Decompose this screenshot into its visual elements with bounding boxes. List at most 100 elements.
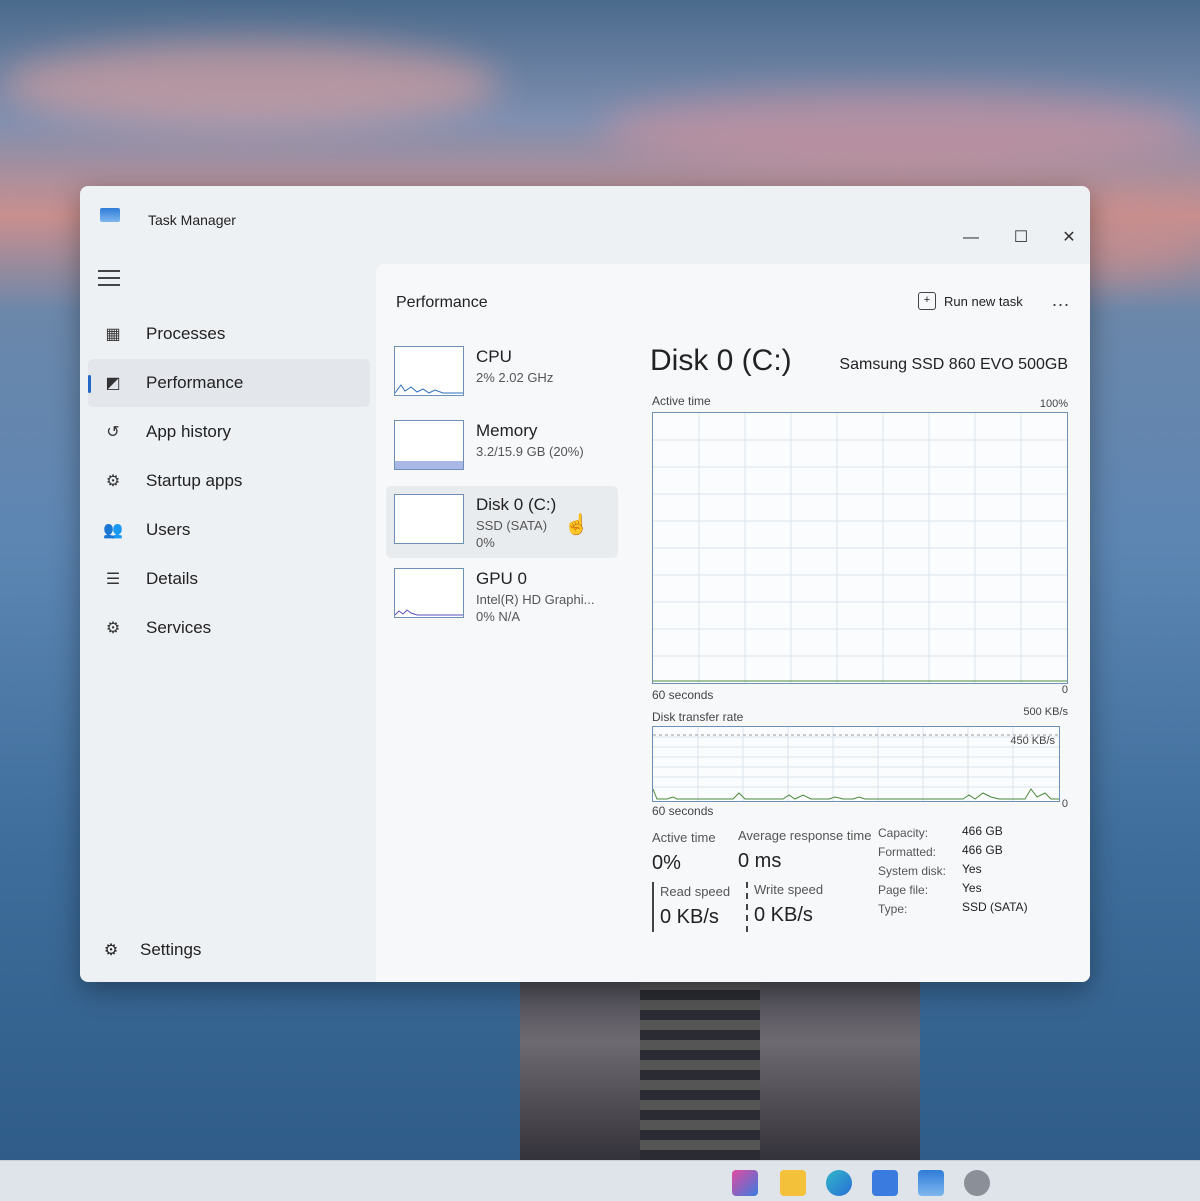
resource-name: GPU 0 xyxy=(476,569,528,588)
active-time-graph xyxy=(652,412,1068,684)
task-manager-icon[interactable] xyxy=(918,1170,944,1196)
sidebar-item-label: App history xyxy=(146,422,232,441)
detail-title: Disk 0 (C:) xyxy=(650,344,792,377)
resource-item-disk[interactable]: Disk 0 (C:) SSD (SATA) 0% ☝ xyxy=(386,486,618,558)
details-icon: ☰ xyxy=(105,571,121,588)
maximize-button[interactable]: ☐ xyxy=(1006,226,1036,250)
resource-name: CPU xyxy=(476,347,512,366)
settings-app-icon[interactable] xyxy=(964,1170,990,1196)
sidebar-item-users[interactable]: 👥 Users xyxy=(88,506,370,554)
processes-icon: ▦ xyxy=(105,326,121,343)
property-key: Formatted: xyxy=(878,845,937,859)
graph2-time-label: 60 seconds xyxy=(652,804,714,818)
title-bar: Task Manager — ☐ ✕ xyxy=(80,186,1090,246)
more-options-button[interactable]: ... xyxy=(1052,290,1070,311)
startup-icon: ⚙ xyxy=(105,473,121,490)
active-time-graph-label: Active time xyxy=(652,394,711,408)
resource-usage: 0% xyxy=(476,535,495,550)
copilot-icon[interactable] xyxy=(732,1170,758,1196)
window-title: Task Manager xyxy=(148,212,236,228)
close-button[interactable]: ✕ xyxy=(1054,226,1084,250)
write-speed-value: 0 KB/s xyxy=(754,904,813,926)
resource-detail: SSD (SATA) xyxy=(476,518,548,533)
graph2-min-label: 0 xyxy=(1061,798,1068,810)
gpu-thumbnail-graph xyxy=(394,568,464,618)
resource-name: Disk 0 (C:) xyxy=(476,495,557,514)
resource-detail: 2% 2.02 GHz xyxy=(476,370,554,385)
add-task-icon: + xyxy=(918,292,936,310)
resource-list: CPU 2% 2.02 GHz Memory 3.2/15.9 GB (20%)… xyxy=(386,338,618,634)
graph1-time-label: 60 seconds xyxy=(652,688,714,702)
users-icon: 👥 xyxy=(103,522,123,539)
read-speed-value: 0 KB/s xyxy=(660,906,719,928)
pier-steps xyxy=(640,960,760,1170)
write-speed-divider xyxy=(746,882,748,932)
disk-model: Samsung SSD 860 EVO 500GB xyxy=(839,356,1068,373)
resource-item-gpu[interactable]: GPU 0 Intel(R) HD Graphi... 0% N/A xyxy=(386,560,618,632)
resource-name: Memory xyxy=(476,421,538,440)
sidebar-item-app-history[interactable]: ↺ App history xyxy=(88,408,370,456)
sidebar-item-label: Users xyxy=(146,520,191,539)
property-key: Page file: xyxy=(878,883,929,897)
property-value: SSD (SATA) xyxy=(962,900,1028,914)
edge-icon[interactable] xyxy=(826,1170,852,1196)
resource-item-memory[interactable]: Memory 3.2/15.9 GB (20%) xyxy=(386,412,618,484)
hand-cursor-icon: ☝ xyxy=(564,514,589,536)
active-time-stat-label: Active time xyxy=(652,830,716,845)
avg-response-label: Average response time xyxy=(738,828,872,843)
services-icon: ⚙ xyxy=(105,620,121,637)
disk-thumbnail-graph xyxy=(394,494,464,544)
cpu-thumbnail-graph xyxy=(394,346,464,396)
minimize-button[interactable]: — xyxy=(956,226,986,250)
performance-icon: ◩ xyxy=(105,375,121,392)
sidebar-item-label: Services xyxy=(146,618,212,637)
hamburger-menu-icon[interactable] xyxy=(98,270,120,286)
sidebar-item-label: Startup apps xyxy=(146,471,243,490)
graph1-min-label: 0 xyxy=(1061,684,1068,696)
property-value: 466 GB xyxy=(962,843,1003,857)
property-key: Type: xyxy=(878,902,908,916)
sidebar-item-settings[interactable]: ⚙ Settings xyxy=(98,940,202,960)
sidebar-item-processes[interactable]: ▦ Processes xyxy=(88,310,370,358)
file-explorer-icon[interactable] xyxy=(780,1170,806,1196)
property-key: System disk: xyxy=(878,864,947,878)
avg-response-value: 0 ms xyxy=(738,850,782,872)
property-value: Yes xyxy=(962,881,982,895)
run-new-task-button[interactable]: + Run new task xyxy=(918,292,1023,310)
sidebar-item-performance[interactable]: ◩ Performance xyxy=(88,359,370,407)
run-new-task-label: Run new task xyxy=(944,293,1023,309)
transfer-rate-label: Disk transfer rate xyxy=(652,710,744,724)
page-title: Performance xyxy=(396,294,488,311)
read-speed-label: Read speed xyxy=(660,884,731,899)
active-time-graph-max: 100% xyxy=(1039,398,1068,410)
transfer-rate-max: 500 KB/s xyxy=(1023,706,1068,718)
taskbar xyxy=(0,1160,1200,1201)
sidebar-item-details[interactable]: ☰ Details xyxy=(88,555,370,603)
property-value: Yes xyxy=(962,862,982,876)
transfer-rate-graph: 450 KB/s xyxy=(652,726,1060,802)
resource-detail: Intel(R) HD Graphi... xyxy=(476,592,595,607)
active-time-stat-value: 0% xyxy=(652,852,681,874)
store-icon[interactable] xyxy=(872,1170,898,1196)
read-speed-divider xyxy=(652,882,654,932)
write-speed-label: Write speed xyxy=(754,882,824,897)
sidebar-item-label: Details xyxy=(146,569,198,588)
resource-item-cpu[interactable]: CPU 2% 2.02 GHz xyxy=(386,338,618,410)
sidebar-nav: ▦ Processes ◩ Performance ↺ App history … xyxy=(88,310,370,653)
cloud xyxy=(600,90,1200,170)
memory-thumbnail-graph xyxy=(394,420,464,470)
sidebar-item-startup-apps[interactable]: ⚙ Startup apps xyxy=(88,457,370,505)
cloud xyxy=(0,40,500,130)
gear-icon: ⚙ xyxy=(103,942,119,959)
settings-label: Settings xyxy=(140,940,202,959)
property-value: 466 GB xyxy=(962,824,1003,838)
transfer-rate-inner-max: 450 KB/s xyxy=(1010,735,1055,747)
resource-usage: 0% N/A xyxy=(476,609,521,624)
task-manager-logo-icon xyxy=(100,208,120,222)
performance-panel: Performance + Run new task ... CPU 2% 2.… xyxy=(376,264,1090,982)
sidebar-item-services[interactable]: ⚙ Services xyxy=(88,604,370,652)
sidebar-item-label: Processes xyxy=(146,324,226,343)
property-key: Capacity: xyxy=(878,826,929,840)
task-manager-window: Task Manager — ☐ ✕ ▦ Processes ◩ Perform… xyxy=(80,186,1090,982)
sidebar-item-label: Performance xyxy=(146,373,244,392)
